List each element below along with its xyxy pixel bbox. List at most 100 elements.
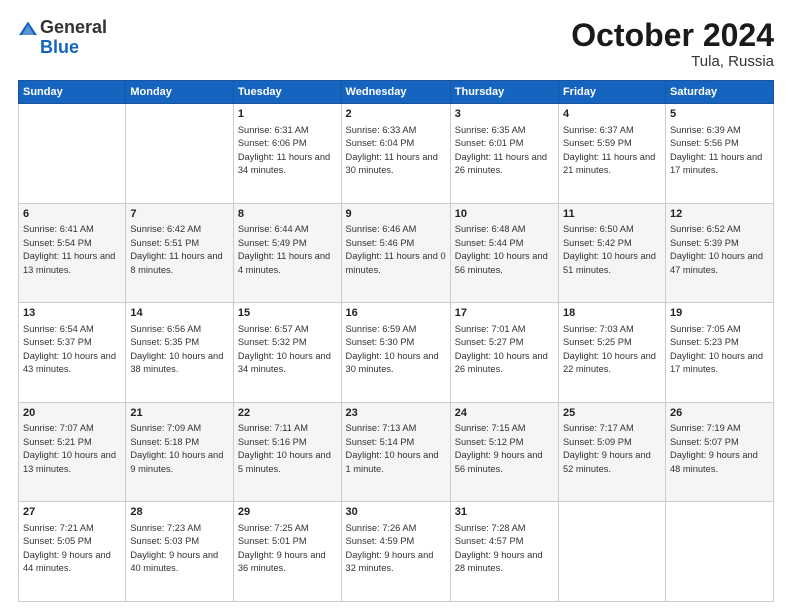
day-number: 22 bbox=[238, 406, 337, 421]
day-info: Sunrise: 7:03 AM Sunset: 5:25 PM Dayligh… bbox=[563, 323, 661, 377]
day-info: Sunrise: 6:52 AM Sunset: 5:39 PM Dayligh… bbox=[670, 223, 769, 277]
day-cell bbox=[19, 104, 126, 204]
header-row: Sunday Monday Tuesday Wednesday Thursday… bbox=[19, 81, 774, 104]
day-info: Sunrise: 7:01 AM Sunset: 5:27 PM Dayligh… bbox=[455, 323, 554, 377]
day-cell: 6Sunrise: 6:41 AM Sunset: 5:54 PM Daylig… bbox=[19, 203, 126, 303]
day-cell: 11Sunrise: 6:50 AM Sunset: 5:42 PM Dayli… bbox=[558, 203, 665, 303]
day-info: Sunrise: 6:56 AM Sunset: 5:35 PM Dayligh… bbox=[130, 323, 229, 377]
day-info: Sunrise: 7:21 AM Sunset: 5:05 PM Dayligh… bbox=[23, 522, 121, 576]
day-number: 16 bbox=[346, 306, 446, 321]
day-cell: 3Sunrise: 6:35 AM Sunset: 6:01 PM Daylig… bbox=[450, 104, 558, 204]
day-info: Sunrise: 7:28 AM Sunset: 4:57 PM Dayligh… bbox=[455, 522, 554, 576]
week-row-4: 20Sunrise: 7:07 AM Sunset: 5:21 PM Dayli… bbox=[19, 402, 774, 502]
page: General Blue October 2024 Tula, Russia S… bbox=[0, 0, 792, 612]
logo-text: General Blue bbox=[40, 18, 107, 58]
day-number: 30 bbox=[346, 505, 446, 520]
day-info: Sunrise: 7:05 AM Sunset: 5:23 PM Dayligh… bbox=[670, 323, 769, 377]
day-info: Sunrise: 6:57 AM Sunset: 5:32 PM Dayligh… bbox=[238, 323, 337, 377]
day-number: 9 bbox=[346, 207, 446, 222]
day-cell: 12Sunrise: 6:52 AM Sunset: 5:39 PM Dayli… bbox=[665, 203, 773, 303]
day-info: Sunrise: 7:07 AM Sunset: 5:21 PM Dayligh… bbox=[23, 422, 121, 476]
day-cell: 7Sunrise: 6:42 AM Sunset: 5:51 PM Daylig… bbox=[126, 203, 234, 303]
day-cell bbox=[558, 502, 665, 602]
title-block: October 2024 Tula, Russia bbox=[571, 18, 774, 70]
day-cell bbox=[665, 502, 773, 602]
week-row-5: 27 Sunrise: 7:21 AM Sunset: 5:05 PM Dayli… bbox=[19, 502, 774, 602]
day-info: Sunrise: 7:25 AM Sunset: 5:01 PM Dayligh… bbox=[238, 522, 337, 576]
day-number: 26 bbox=[670, 406, 769, 421]
day-cell: 16Sunrise: 6:59 AM Sunset: 5:30 PM Dayli… bbox=[341, 303, 450, 403]
day-cell: 9Sunrise: 6:46 AM Sunset: 5:46 PM Daylig… bbox=[341, 203, 450, 303]
day-cell: 18Sunrise: 7:03 AM Sunset: 5:25 PM Dayli… bbox=[558, 303, 665, 403]
day-info: Sunrise: 6:50 AM Sunset: 5:42 PM Dayligh… bbox=[563, 223, 661, 277]
week-row-2: 6Sunrise: 6:41 AM Sunset: 5:54 PM Daylig… bbox=[19, 203, 774, 303]
day-number: 2 bbox=[346, 107, 446, 122]
day-info: Sunrise: 7:15 AM Sunset: 5:12 PM Dayligh… bbox=[455, 422, 554, 476]
day-number: 14 bbox=[130, 306, 229, 321]
day-info: Sunrise: 6:33 AM Sunset: 6:04 PM Dayligh… bbox=[346, 124, 446, 178]
day-info: Sunrise: 6:31 AM Sunset: 6:06 PM Dayligh… bbox=[238, 124, 337, 178]
col-thursday: Thursday bbox=[450, 81, 558, 104]
day-number: 6 bbox=[23, 207, 121, 222]
day-number: 21 bbox=[130, 406, 229, 421]
day-cell: 17 Sunrise: 7:01 AM Sunset: 5:27 PM Dayli… bbox=[450, 303, 558, 403]
day-cell: 15 Sunrise: 6:57 AM Sunset: 5:32 PM Dayli… bbox=[233, 303, 341, 403]
day-number: 11 bbox=[563, 207, 661, 222]
month-title: October 2024 bbox=[571, 18, 774, 53]
day-cell: 8Sunrise: 6:44 AM Sunset: 5:49 PM Daylig… bbox=[233, 203, 341, 303]
day-number: 31 bbox=[455, 505, 554, 520]
day-number: 17 bbox=[455, 306, 554, 321]
col-wednesday: Wednesday bbox=[341, 81, 450, 104]
day-info: Sunrise: 7:11 AM Sunset: 5:16 PM Dayligh… bbox=[238, 422, 337, 476]
day-number: 15 bbox=[238, 306, 337, 321]
day-cell: 26Sunrise: 7:19 AM Sunset: 5:07 PM Dayli… bbox=[665, 402, 773, 502]
day-cell: 29 Sunrise: 7:25 AM Sunset: 5:01 PM Dayli… bbox=[233, 502, 341, 602]
location: Tula, Russia bbox=[571, 53, 774, 70]
day-info: Sunrise: 6:46 AM Sunset: 5:46 PM Dayligh… bbox=[346, 223, 446, 277]
logo-blue: Blue bbox=[40, 37, 79, 57]
day-cell: 4 Sunrise: 6:37 AM Sunset: 5:59 PM Daylig… bbox=[558, 104, 665, 204]
day-number: 12 bbox=[670, 207, 769, 222]
day-number: 13 bbox=[23, 306, 121, 321]
calendar-header: Sunday Monday Tuesday Wednesday Thursday… bbox=[19, 81, 774, 104]
day-cell: 13 Sunrise: 6:54 AM Sunset: 5:37 PM Dayli… bbox=[19, 303, 126, 403]
day-cell: 2 Sunrise: 6:33 AM Sunset: 6:04 PM Daylig… bbox=[341, 104, 450, 204]
day-info: Sunrise: 6:41 AM Sunset: 5:54 PM Dayligh… bbox=[23, 223, 121, 277]
day-cell: 19 Sunrise: 7:05 AM Sunset: 5:23 PM Dayli… bbox=[665, 303, 773, 403]
day-info: Sunrise: 7:26 AM Sunset: 4:59 PM Dayligh… bbox=[346, 522, 446, 576]
day-info: Sunrise: 7:17 AM Sunset: 5:09 PM Dayligh… bbox=[563, 422, 661, 476]
col-friday: Friday bbox=[558, 81, 665, 104]
day-cell: 31 Sunrise: 7:28 AM Sunset: 4:57 PM Dayli… bbox=[450, 502, 558, 602]
day-cell: 14 Sunrise: 6:56 AM Sunset: 5:35 PM Dayli… bbox=[126, 303, 234, 403]
day-info: Sunrise: 7:19 AM Sunset: 5:07 PM Dayligh… bbox=[670, 422, 769, 476]
day-number: 4 bbox=[563, 107, 661, 122]
logo: General Blue bbox=[18, 18, 107, 58]
day-number: 27 bbox=[23, 505, 121, 520]
calendar-body: 1Sunrise: 6:31 AM Sunset: 6:06 PM Daylig… bbox=[19, 104, 774, 602]
week-row-3: 13 Sunrise: 6:54 AM Sunset: 5:37 PM Dayli… bbox=[19, 303, 774, 403]
day-number: 19 bbox=[670, 306, 769, 321]
day-info: Sunrise: 6:48 AM Sunset: 5:44 PM Dayligh… bbox=[455, 223, 554, 277]
day-info: Sunrise: 6:44 AM Sunset: 5:49 PM Dayligh… bbox=[238, 223, 337, 277]
col-tuesday: Tuesday bbox=[233, 81, 341, 104]
day-number: 25 bbox=[563, 406, 661, 421]
day-cell: 30 Sunrise: 7:26 AM Sunset: 4:59 PM Dayli… bbox=[341, 502, 450, 602]
col-saturday: Saturday bbox=[665, 81, 773, 104]
day-cell bbox=[126, 104, 234, 204]
day-number: 28 bbox=[130, 505, 229, 520]
col-sunday: Sunday bbox=[19, 81, 126, 104]
day-cell: 28Sunrise: 7:23 AM Sunset: 5:03 PM Dayli… bbox=[126, 502, 234, 602]
day-info: Sunrise: 6:54 AM Sunset: 5:37 PM Dayligh… bbox=[23, 323, 121, 377]
day-number: 7 bbox=[130, 207, 229, 222]
day-number: 29 bbox=[238, 505, 337, 520]
day-number: 24 bbox=[455, 406, 554, 421]
header: General Blue October 2024 Tula, Russia bbox=[18, 18, 774, 70]
day-number: 8 bbox=[238, 207, 337, 222]
day-info: Sunrise: 6:37 AM Sunset: 5:59 PM Dayligh… bbox=[563, 124, 661, 178]
day-cell: 20Sunrise: 7:07 AM Sunset: 5:21 PM Dayli… bbox=[19, 402, 126, 502]
day-cell: 10Sunrise: 6:48 AM Sunset: 5:44 PM Dayli… bbox=[450, 203, 558, 303]
day-number: 5 bbox=[670, 107, 769, 122]
day-info: Sunrise: 7:09 AM Sunset: 5:18 PM Dayligh… bbox=[130, 422, 229, 476]
logo-general: General bbox=[40, 17, 107, 37]
day-info: Sunrise: 6:42 AM Sunset: 5:51 PM Dayligh… bbox=[130, 223, 229, 277]
